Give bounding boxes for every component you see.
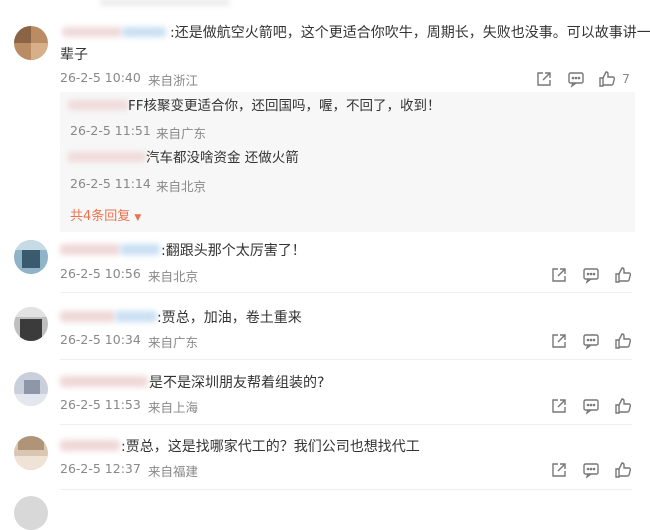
comment-location: 来自浙江 (148, 73, 199, 88)
blurred-username (68, 100, 128, 110)
comment-text: :还是做航空火箭吧，这个更适合你吹牛，周期长，失败也没事。可以故事讲一 (170, 25, 650, 41)
more-replies-link[interactable]: 共4条回复 ▼ (70, 205, 141, 224)
comment-location: 来自上海 (148, 400, 199, 415)
comment-icon[interactable] (582, 266, 600, 284)
blurred-username (60, 311, 115, 322)
reply-time: 26-2-5 11:51 (70, 123, 151, 138)
comment-location: 来自广东 (148, 335, 199, 350)
like-icon[interactable] (614, 332, 632, 350)
share-icon[interactable] (550, 397, 568, 415)
comment-text: :贾总，这是找哪家代工的？我们公司也想找代工 (121, 439, 420, 455)
like-icon[interactable] (614, 461, 632, 479)
blurred-username (62, 27, 122, 37)
blurred-username (68, 152, 146, 162)
comment-icon[interactable] (567, 70, 585, 88)
divider (60, 292, 632, 293)
comment-text: :贾总，加油，卷土重来 (157, 310, 302, 326)
like-count: 7 (622, 71, 630, 86)
divider (60, 424, 632, 425)
avatar[interactable] (14, 26, 48, 60)
blurred-username (120, 244, 160, 255)
reply-text: 汽车都没啥资金 还做火箭 (146, 150, 299, 166)
comment-text: 是不是深圳朋友帮着组装的? (149, 375, 325, 391)
reply-location: 来自北京 (156, 179, 207, 194)
blurred-username (115, 311, 157, 322)
comment-location: 来自福建 (148, 464, 199, 479)
like-icon[interactable] (614, 397, 632, 415)
avatar[interactable] (14, 436, 48, 470)
comment-icon[interactable] (582, 461, 600, 479)
like-icon[interactable] (598, 70, 616, 88)
blurred-username (122, 27, 166, 37)
blurred-username (60, 244, 120, 255)
comment-time: 26-2-5 10:40 (60, 70, 141, 85)
divider (60, 359, 632, 360)
avatar[interactable] (14, 496, 48, 530)
reply-location: 来自广东 (156, 126, 207, 141)
share-icon[interactable] (535, 70, 553, 88)
comment-text: :翻跟头那个太厉害了！ (161, 243, 306, 259)
share-icon[interactable] (550, 332, 568, 350)
divider (60, 489, 632, 490)
avatar[interactable] (14, 307, 48, 341)
comment-time: 26-2-5 11:53 (60, 397, 141, 412)
comment-time: 26-2-5 10:56 (60, 266, 141, 281)
like-icon[interactable] (614, 266, 632, 284)
blurred-header (100, 0, 230, 5)
comment-time: 26-2-5 10:34 (60, 332, 141, 347)
caret-down-icon: ▼ (134, 213, 142, 223)
share-icon[interactable] (550, 266, 568, 284)
reply-time: 26-2-5 11:14 (70, 176, 151, 191)
more-replies-label: 共4条回复 (70, 209, 131, 224)
avatar[interactable] (14, 372, 48, 406)
comment-time: 26-2-5 12:37 (60, 461, 141, 476)
comment-icon[interactable] (582, 397, 600, 415)
avatar[interactable] (14, 240, 48, 274)
blurred-username (60, 440, 120, 451)
comment-text-line2: 辈子 (60, 47, 88, 63)
comment-location: 来自北京 (148, 269, 199, 284)
blurred-username (60, 376, 148, 387)
reply-text: FF核聚变更适合你，还回国吗，喔，不回了，收到！ (128, 98, 441, 114)
share-icon[interactable] (550, 461, 568, 479)
comment-icon[interactable] (582, 332, 600, 350)
reply-panel: FF核聚变更适合你，还回国吗，喔，不回了，收到！ 26-2-5 11:51 来自… (60, 92, 635, 232)
